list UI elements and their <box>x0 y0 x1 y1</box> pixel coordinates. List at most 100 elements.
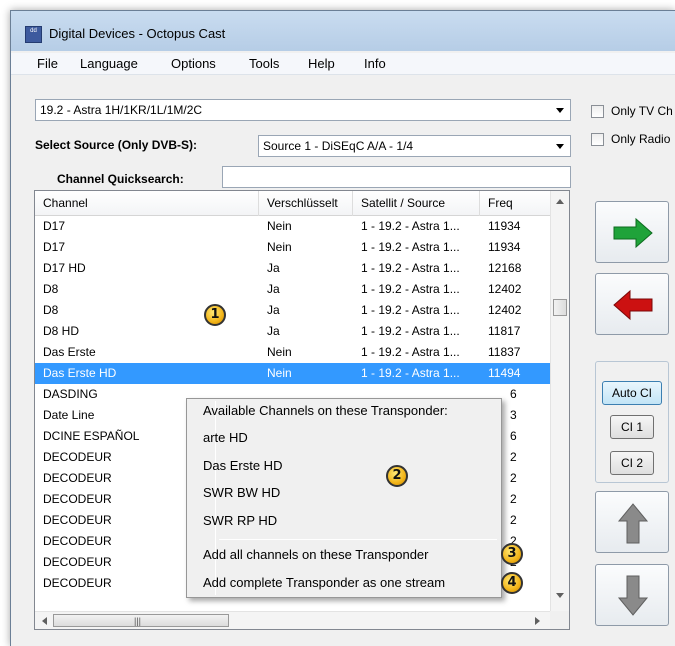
cell-freq: 11837 <box>488 345 521 359</box>
satellite-select-value: 19.2 - Astra 1H/1KR/1L/1M/2C <box>40 103 203 117</box>
col-freq[interactable]: Freq <box>480 191 550 216</box>
cell-freq: 11934 <box>488 240 521 254</box>
table-row[interactable]: D17 HD Ja 1 - 19.2 - Astra 1... 12168 <box>35 258 550 279</box>
context-menu-header: Available Channels on these Transponder: <box>203 403 448 418</box>
source-select[interactable]: Source 1 - DiSEqC A/A - 1/4 <box>258 135 571 157</box>
scroll-left-icon[interactable] <box>42 617 47 625</box>
cell-encrypted: Nein <box>267 366 292 380</box>
scroll-down-icon[interactable] <box>556 593 564 598</box>
menu-file[interactable]: File <box>37 56 58 71</box>
cell-encrypted: Ja <box>267 324 280 338</box>
menu-help[interactable]: Help <box>308 56 335 71</box>
menu-options[interactable]: Options <box>171 56 216 71</box>
scroll-up-icon[interactable] <box>556 199 564 204</box>
auto-ci-button[interactable]: Auto CI <box>602 381 662 405</box>
menu-info[interactable]: Info <box>364 56 386 71</box>
cell-encrypted: Ja <box>267 303 280 317</box>
col-satellite-source[interactable]: Satellit / Source <box>353 191 480 216</box>
cell-channel: D17 <box>43 240 66 254</box>
vertical-scrollbar[interactable] <box>550 191 569 611</box>
context-menu-channel[interactable]: SWR RP HD <box>203 513 277 528</box>
window-title: Digital Devices - Octopus Cast <box>49 26 226 41</box>
chevron-down-icon <box>556 144 564 149</box>
only-tv-checkbox[interactable] <box>591 105 604 118</box>
context-menu-channel[interactable]: arte HD <box>203 430 248 445</box>
menu-language[interactable]: Language <box>80 56 138 71</box>
cell-encrypted: Nein <box>267 240 292 254</box>
table-row[interactable]: Das Erste HD Nein 1 - 19.2 - Astra 1... 114… <box>35 363 550 384</box>
cell-satellite: 1 - 19.2 - Astra 1... <box>361 324 460 338</box>
cell-freq: 12402 <box>488 282 522 296</box>
table-row[interactable]: D8 HD Ja 1 - 19.2 - Astra 1... 11817 <box>35 321 550 342</box>
cell-channel: D17 <box>43 219 66 233</box>
col-channel[interactable]: Channel <box>35 191 259 216</box>
source-label: Select Source (Only DVB-S): <box>35 138 198 152</box>
cell-freq: 11817 <box>488 324 521 338</box>
horizontal-scrollbar[interactable]: ||| <box>35 611 550 629</box>
ci-group: Auto CI CI 1 CI 2 <box>595 361 669 483</box>
ci2-button[interactable]: CI 2 <box>610 451 654 475</box>
table-row[interactable]: D8 Ja 1 - 19.2 - Astra 1... 12402 <box>35 300 550 321</box>
cell-encrypted: Nein <box>267 219 292 233</box>
remove-channel-button[interactable] <box>595 273 669 335</box>
cell-channel: Das Erste HD <box>43 366 117 380</box>
table-row[interactable]: Das Erste Nein 1 - 19.2 - Astra 1... 11837 <box>35 342 550 363</box>
title-bar: dd Digital Devices - Octopus Cast <box>11 11 675 51</box>
scroll-corner <box>550 611 569 629</box>
vertical-scroll-thumb[interactable] <box>553 299 567 316</box>
cell-satellite: 1 - 19.2 - Astra 1... <box>361 366 460 380</box>
context-menu-separator <box>219 539 497 540</box>
only-tv-label: Only TV Ch <box>611 104 673 118</box>
move-down-button[interactable] <box>595 564 669 626</box>
menu-bar: File Language Options Tools Help Info <box>11 53 675 75</box>
arrow-down-icon <box>617 575 649 616</box>
source-select-value: Source 1 - DiSEqC A/A - 1/4 <box>263 139 414 153</box>
cell-freq: 11934 <box>488 219 521 233</box>
cell-satellite: 1 - 19.2 - Astra 1... <box>361 282 460 296</box>
arrow-up-icon <box>617 503 649 544</box>
table-row[interactable]: D17 Nein 1 - 19.2 - Astra 1... 11934 <box>35 237 550 258</box>
context-menu-channel[interactable]: Das Erste HD <box>203 458 282 473</box>
table-row[interactable]: D17 Nein 1 - 19.2 - Astra 1... 11934 <box>35 216 550 237</box>
add-channel-button[interactable] <box>595 201 669 263</box>
cell-satellite: 1 - 19.2 - Astra 1... <box>361 219 460 233</box>
cell-channel: D8 HD <box>43 324 80 338</box>
cell-satellite: 1 - 19.2 - Astra 1... <box>361 240 460 254</box>
context-menu-channel[interactable]: SWR BW HD <box>203 485 280 500</box>
cell-freq: 11494 <box>488 366 521 380</box>
move-up-button[interactable] <box>595 491 669 553</box>
cell-freq: 12168 <box>488 261 522 275</box>
horizontal-scroll-thumb[interactable]: ||| <box>53 614 229 627</box>
add-all-channels-item[interactable]: Add all channels on these Transponder <box>203 547 429 562</box>
cell-satellite: 1 - 19.2 - Astra 1... <box>361 345 460 359</box>
callout-badge-2: 2 <box>386 465 408 487</box>
satellite-select[interactable]: 19.2 - Astra 1H/1KR/1L/1M/2C <box>35 99 571 121</box>
table-row[interactable]: D8 Ja 1 - 19.2 - Astra 1... 12402 <box>35 279 550 300</box>
arrow-right-icon <box>613 217 653 249</box>
cell-satellite: 1 - 19.2 - Astra 1... <box>361 303 460 317</box>
context-menu: Available Channels on these Transponder:… <box>186 398 502 598</box>
cell-freq: 12402 <box>488 303 522 317</box>
cell-channel: Das Erste <box>43 345 96 359</box>
grip-icon: ||| <box>134 616 142 626</box>
cell-encrypted: Ja <box>267 282 280 296</box>
add-transponder-stream-item[interactable]: Add complete Transponder as one stream <box>203 575 445 590</box>
cell-encrypted: Ja <box>267 261 280 275</box>
quicksearch-input[interactable] <box>222 166 571 188</box>
callout-badge-1: 1 <box>204 304 226 326</box>
quicksearch-label: Channel Quicksearch: <box>57 172 184 186</box>
callout-badge-4: 4 <box>501 572 523 594</box>
cell-satellite: 1 - 19.2 - Astra 1... <box>361 261 460 275</box>
only-radio-checkbox[interactable] <box>591 133 604 146</box>
ci1-button[interactable]: CI 1 <box>610 415 654 439</box>
arrow-left-icon <box>613 289 653 321</box>
cell-channel: D8 <box>43 282 59 296</box>
cell-channel: D17 HD <box>43 261 86 275</box>
menu-tools[interactable]: Tools <box>249 56 279 71</box>
chevron-down-icon <box>556 108 564 113</box>
scroll-right-icon[interactable] <box>535 617 540 625</box>
only-radio-label: Only Radio <box>611 132 671 146</box>
channel-list-header: Channel Verschlüsselt Satellit / Source … <box>35 191 550 216</box>
col-encrypted[interactable]: Verschlüsselt <box>259 191 353 216</box>
cell-encrypted: Nein <box>267 345 292 359</box>
